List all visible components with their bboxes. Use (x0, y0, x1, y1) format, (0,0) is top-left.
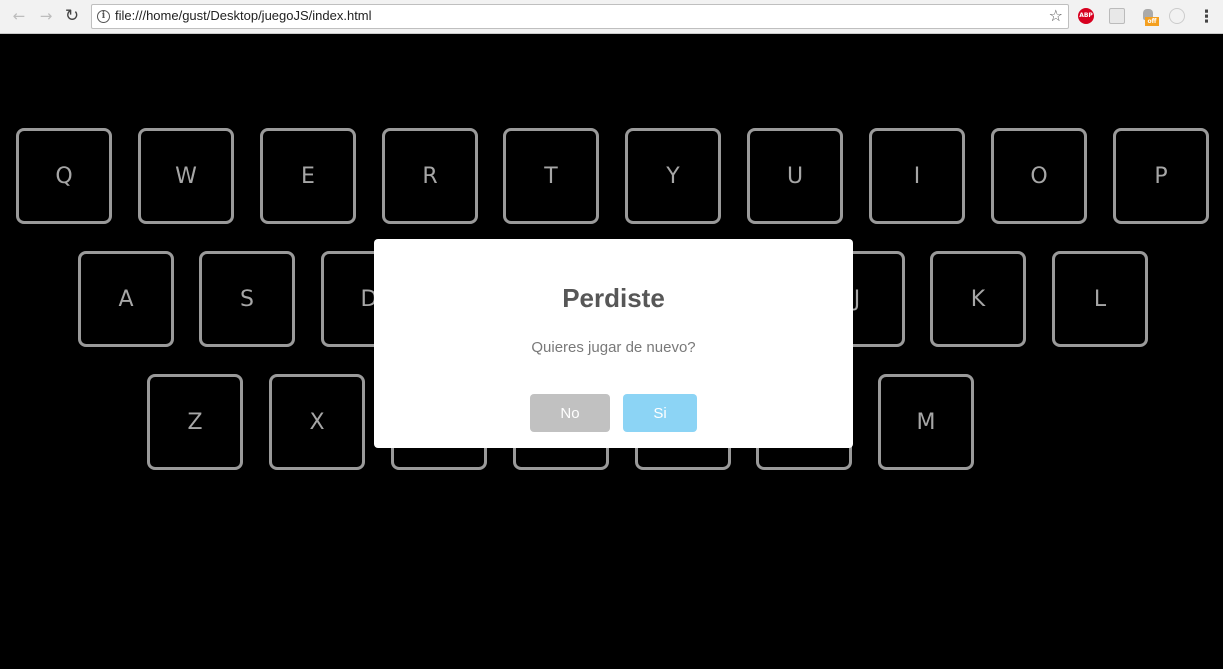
key-t[interactable]: T (503, 128, 599, 224)
key-o[interactable]: O (991, 128, 1087, 224)
key-i[interactable]: I (869, 128, 965, 224)
key-x[interactable]: X (269, 374, 365, 470)
no-button[interactable]: No (530, 394, 610, 432)
key-l[interactable]: L (1052, 251, 1148, 347)
modal-title: Perdiste (562, 283, 665, 313)
browser-toolbar: ← → ↻ i file:///home/gust/Desktop/juegoJ… (0, 0, 1223, 34)
extension-icon[interactable] (1109, 8, 1125, 24)
reload-icon[interactable]: ↻ (62, 6, 82, 26)
key-r[interactable]: R (382, 128, 478, 224)
url-text[interactable]: file:///home/gust/Desktop/juegoJS/index.… (115, 8, 372, 23)
back-arrow-icon[interactable]: ← (9, 6, 29, 26)
key-u[interactable]: U (747, 128, 843, 224)
game-over-modal: Perdiste Quieres jugar de nuevo? No Si (374, 239, 853, 448)
bookmark-star-icon[interactable]: ☆ (1049, 6, 1063, 25)
key-a[interactable]: A (78, 251, 174, 347)
extension-circle-icon[interactable] (1169, 8, 1185, 24)
key-q[interactable]: Q (16, 128, 112, 224)
adblock-plus-icon[interactable]: ABP (1078, 8, 1094, 24)
key-p[interactable]: P (1113, 128, 1209, 224)
key-e[interactable]: E (260, 128, 356, 224)
info-icon[interactable]: i (97, 10, 110, 23)
key-k[interactable]: K (930, 251, 1026, 347)
off-badge: off (1145, 17, 1159, 26)
key-m[interactable]: M (878, 374, 974, 470)
key-y[interactable]: Y (625, 128, 721, 224)
modal-message: Quieres jugar de nuevo? (531, 339, 696, 356)
yes-button[interactable]: Si (623, 394, 697, 432)
address-bar[interactable]: i file:///home/gust/Desktop/juegoJS/inde… (91, 4, 1069, 29)
extension-off-icon[interactable]: off (1141, 8, 1159, 26)
key-z[interactable]: Z (147, 374, 243, 470)
forward-arrow-icon[interactable]: → (36, 6, 56, 26)
menu-kebab-icon[interactable]: ⋮ (1198, 7, 1215, 27)
key-w[interactable]: W (138, 128, 234, 224)
key-s[interactable]: S (199, 251, 295, 347)
